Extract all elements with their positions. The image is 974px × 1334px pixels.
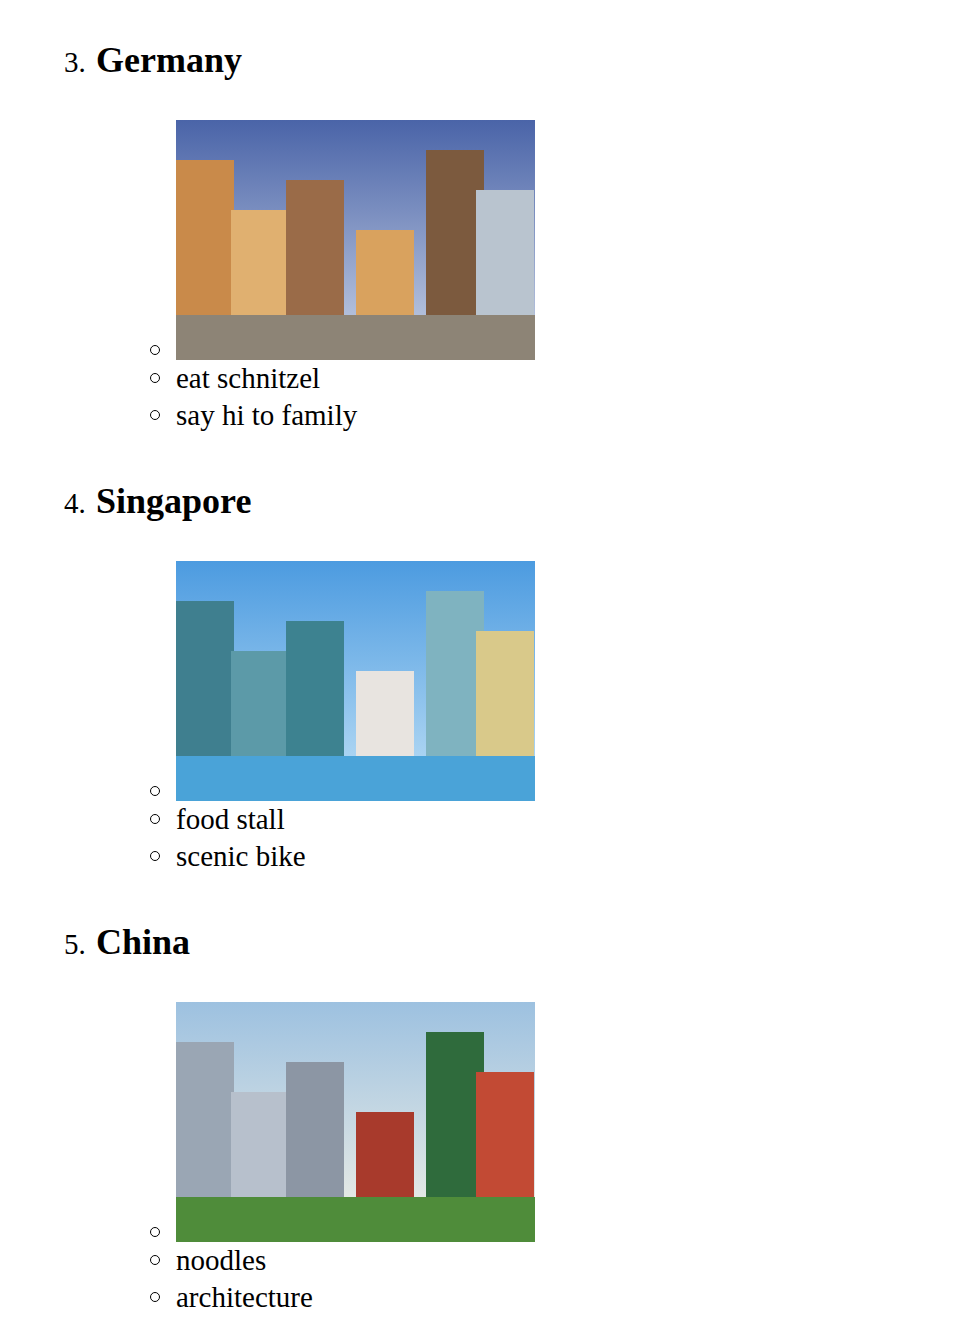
destination-item: 5.China noodlesarchitecture (64, 921, 974, 1316)
bullet-icon (150, 410, 160, 420)
destination-photo (176, 1002, 535, 1242)
destination-heading-row: 5.China (64, 921, 974, 966)
item-number: 4. (64, 482, 96, 525)
photo-row (150, 561, 974, 801)
destination-details: food stallscenic bike (64, 561, 974, 875)
destination-photo (176, 561, 535, 801)
bullet-icon (150, 345, 160, 355)
destination-heading-row: 4.Singapore (64, 480, 974, 525)
detail-text: architecture (176, 1279, 313, 1316)
detail-row: noodles (150, 1242, 974, 1279)
destination-photo (176, 120, 535, 360)
bullet-icon (150, 814, 160, 824)
detail-text: eat schnitzel (176, 360, 320, 397)
detail-text: say hi to family (176, 397, 357, 434)
detail-text: food stall (176, 801, 285, 838)
detail-row: scenic bike (150, 838, 974, 875)
destination-details: noodlesarchitecture (64, 1002, 974, 1316)
item-number: 3. (64, 41, 96, 84)
detail-row: architecture (150, 1279, 974, 1316)
photo-row (150, 120, 974, 360)
destination-title: Germany (96, 39, 242, 82)
destination-title: Singapore (96, 480, 251, 523)
bullet-icon (150, 1227, 160, 1237)
destination-list: 3.Germany eat schnitzelsay hi to family 4.… (0, 0, 974, 1334)
item-number: 5. (64, 923, 96, 966)
destination-title: China (96, 921, 190, 964)
photo-row (150, 1002, 974, 1242)
detail-text: noodles (176, 1242, 266, 1279)
bullet-icon (150, 786, 160, 796)
destination-details: eat schnitzelsay hi to family (64, 120, 974, 434)
destination-item: 3.Germany eat schnitzelsay hi to family (64, 39, 974, 434)
bullet-icon (150, 373, 160, 383)
bullet-icon (150, 851, 160, 861)
detail-text: scenic bike (176, 838, 306, 875)
bullet-icon (150, 1292, 160, 1302)
bullet-icon (150, 1255, 160, 1265)
destination-item: 4.Singapore food stallscenic bike (64, 480, 974, 875)
detail-row: eat schnitzel (150, 360, 974, 397)
detail-row: food stall (150, 801, 974, 838)
detail-row: say hi to family (150, 397, 974, 434)
destination-heading-row: 3.Germany (64, 39, 974, 84)
